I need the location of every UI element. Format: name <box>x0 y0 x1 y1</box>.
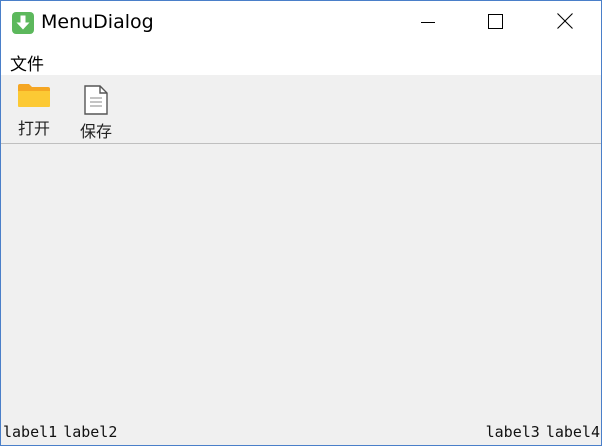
close-icon <box>557 13 573 33</box>
save-label: 保存 <box>79 122 112 141</box>
open-label: 打开 <box>17 119 50 138</box>
close-button[interactable] <box>542 1 588 45</box>
title-bar[interactable]: MenuDialog <box>1 1 601 45</box>
document-icon <box>83 84 109 120</box>
status-left-group: label1 label2 <box>3 423 117 441</box>
toolbar: 打开 保存 <box>1 75 601 144</box>
folder-icon <box>17 82 51 112</box>
menu-bar: 文件 <box>1 45 601 75</box>
menu-file[interactable]: 文件 <box>10 50 44 75</box>
minimize-button[interactable] <box>405 1 451 45</box>
download-arrow-icon <box>12 12 34 34</box>
status-label-2: label2 <box>63 423 118 441</box>
maximize-icon <box>487 13 503 33</box>
status-right-group: label3 label4 <box>486 423 600 441</box>
main-window: MenuDialog 文件 打开 保存 label1 label2 label3… <box>0 0 602 446</box>
minimize-icon <box>421 14 435 33</box>
maximize-button[interactable] <box>472 1 518 45</box>
window-title: MenuDialog <box>41 11 154 33</box>
status-bar: label1 label2 label3 label4 <box>1 419 601 445</box>
open-button[interactable]: 打开 <box>11 75 57 141</box>
status-label-3: label3 <box>485 423 540 441</box>
status-label-1: label1 <box>3 423 58 441</box>
save-button[interactable]: 保存 <box>73 75 119 141</box>
status-label-4: label4 <box>545 423 600 441</box>
central-area <box>1 144 601 419</box>
